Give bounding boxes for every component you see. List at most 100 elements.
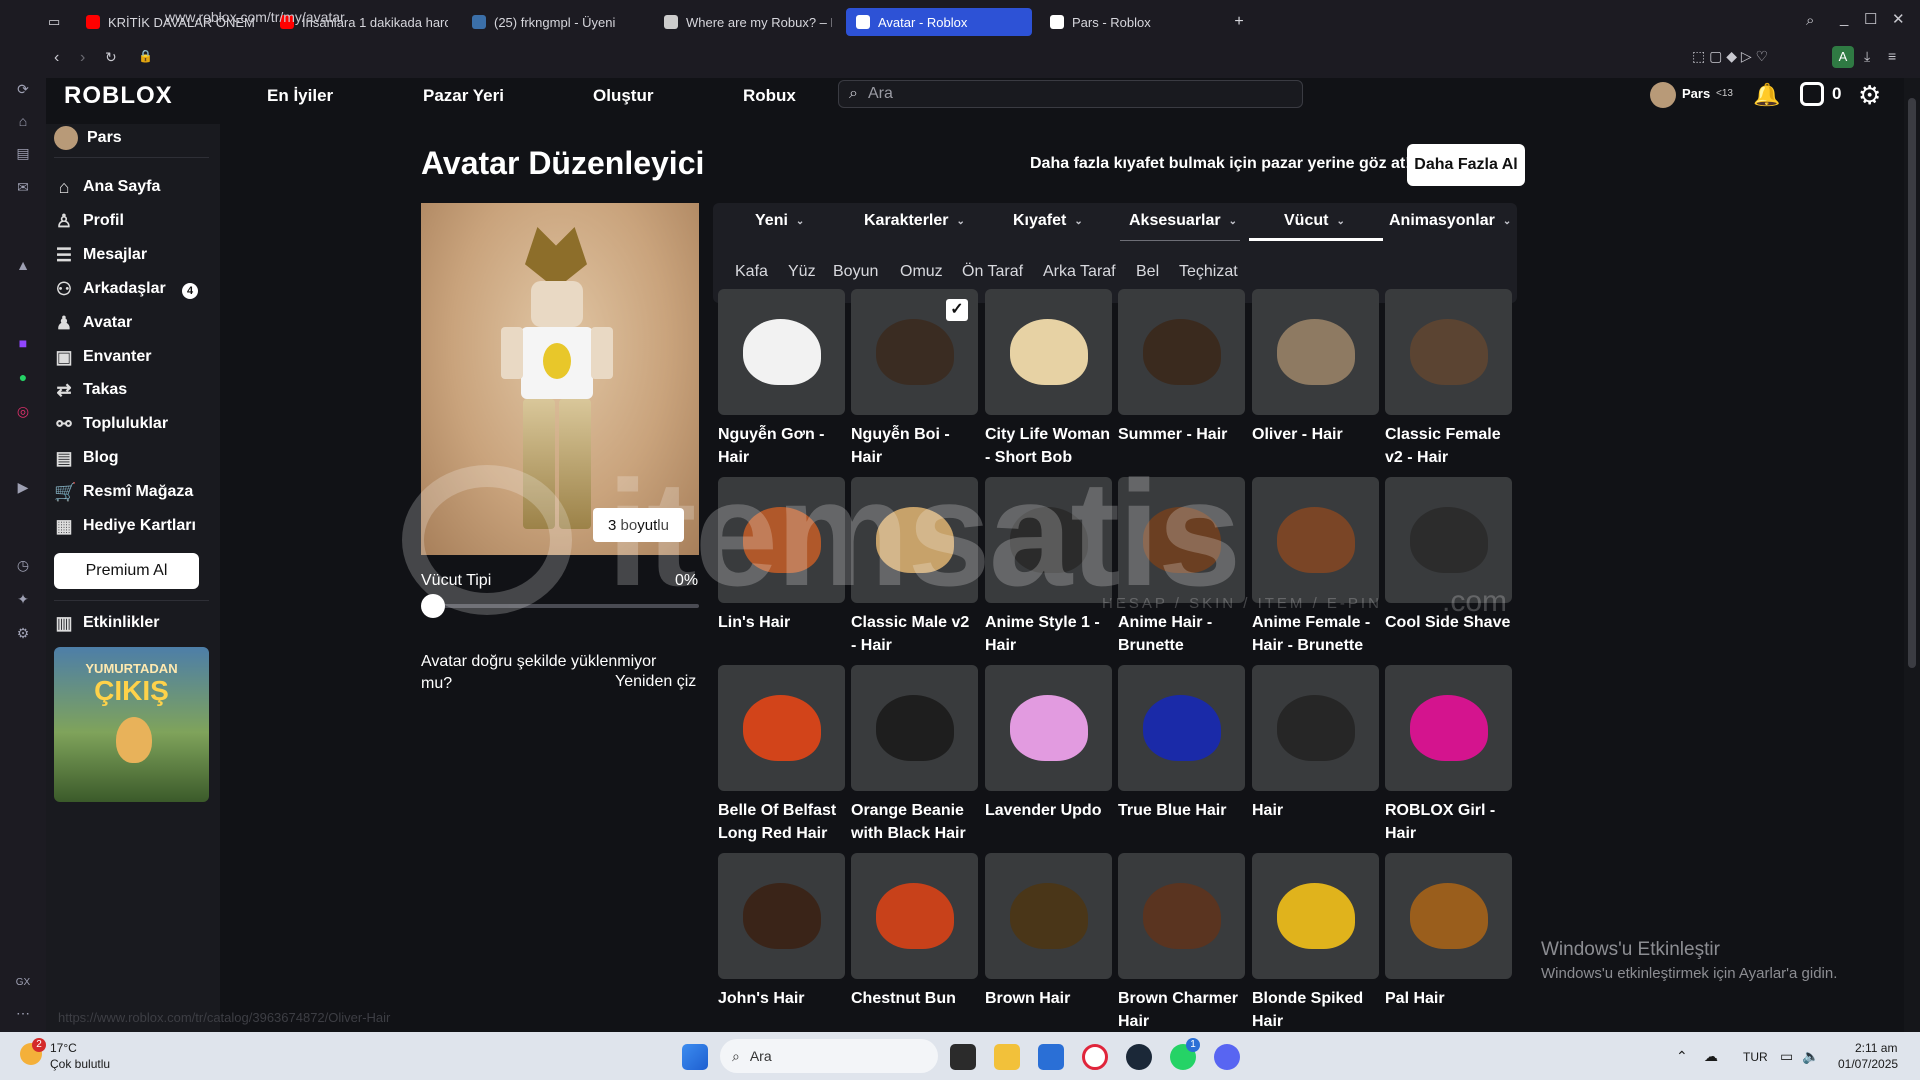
header-avatar[interactable] [1650,82,1676,108]
hair-item[interactable]: Anime Style 1 - Hair [985,477,1112,657]
item-name[interactable]: Chestnut Bun [851,987,978,1010]
hair-item[interactable]: Cool Side Shave [1385,477,1512,634]
item-thumbnail[interactable] [1118,853,1245,979]
profile-avatar-icon[interactable]: A [1832,46,1854,68]
roblox-logo[interactable]: ROBLOX [64,82,173,110]
item-thumbnail[interactable] [851,477,978,603]
hair-item[interactable]: Anime Hair - Brunette [1118,477,1245,657]
item-thumbnail[interactable] [718,289,845,415]
sidebar-item-avatar[interactable]: ♟ Avatar [54,309,132,337]
item-thumbnail[interactable] [718,853,845,979]
instagram-icon[interactable]: ◎ [14,402,32,420]
item-thumbnail[interactable] [985,289,1112,415]
hair-item[interactable]: ✓ Nguyễn Boi - Hair [851,289,978,469]
hair-item[interactable]: Hair [1252,665,1379,822]
robux-count[interactable]: 0 [1832,84,1841,104]
item-name[interactable]: Lin's Hair [718,611,845,634]
tab-clothing[interactable]: Kıyafet ⌄ [1013,212,1083,230]
tab-accessories[interactable]: Aksesuarlar ⌄ [1129,212,1237,230]
robux-icon[interactable] [1800,82,1824,106]
download-icon[interactable]: ⤓ [1864,48,1870,65]
item-name[interactable]: Brown Hair [985,987,1112,1010]
sidebar-item-friends[interactable]: ⚇ Arkadaşlar [54,275,166,303]
hair-item[interactable]: Blonde Spiked Hair [1252,853,1379,1033]
item-name[interactable]: Belle Of Belfast Long Red Hair [718,799,845,845]
forward-icon[interactable]: › [80,49,85,67]
item-thumbnail[interactable] [1385,289,1512,415]
sidebar-item-blog[interactable]: ▤ Blog [54,444,118,472]
reload-icon[interactable]: ↻ [105,49,117,66]
item-name[interactable]: Nguyễn Boi - Hair [851,423,978,469]
item-name[interactable]: Brown Charmer Hair [1118,987,1245,1033]
hair-item[interactable]: Brown Charmer Hair [1118,853,1245,1033]
network-icon[interactable]: ▭ [1780,1048,1793,1065]
nav-robux[interactable]: Robux [743,86,796,106]
item-thumbnail[interactable] [1118,477,1245,603]
hair-item[interactable]: Classic Female v2 - Hair [1385,289,1512,469]
subtab-front[interactable]: Ön Taraf [962,263,1023,281]
nav-charts[interactable]: En İyiler [267,86,333,106]
more-icon[interactable]: ⋯ [14,1004,32,1022]
language-indicator[interactable]: TUR [1743,1050,1768,1064]
sidebar-item-home[interactable]: ⌂ Ana Sayfa [54,173,161,201]
item-thumbnail[interactable] [1118,665,1245,791]
item-thumbnail[interactable] [1385,477,1512,603]
back-icon[interactable]: ‹ [54,49,59,67]
item-name[interactable]: Classic Female v2 - Hair [1385,423,1512,469]
avatar-preview[interactable] [421,203,699,555]
minimize-icon[interactable]: _ [1840,10,1848,27]
item-thumbnail[interactable] [985,477,1112,603]
store-icon[interactable] [1038,1044,1064,1070]
item-name[interactable]: Oliver - Hair [1252,423,1379,446]
hair-item[interactable]: Orange Beanie with Black Hair [851,665,978,845]
item-thumbnail[interactable] [1252,853,1379,979]
body-type-slider-track[interactable] [432,604,699,608]
tab-4[interactable]: Avatar - Roblox [846,8,1032,36]
sidebar-item-giftcards[interactable]: ▦ Hediye Kartları [54,512,195,540]
messenger-icon[interactable]: ✉ [14,178,32,196]
player-icon[interactable]: ▶ [14,478,32,496]
item-thumbnail[interactable] [1252,477,1379,603]
settings-gear-icon[interactable]: ⚙ [1858,80,1881,111]
redraw-link[interactable]: Yeniden çiz [615,673,696,691]
item-name[interactable]: City Life Woman - Short Bob [985,423,1112,469]
hair-item[interactable]: Nguyễn Gơn - Hair [718,289,845,469]
item-name[interactable]: Anime Style 1 - Hair [985,611,1112,657]
item-name[interactable]: Lavender Updo [985,799,1112,822]
hair-item[interactable]: Anime Female - Hair - Brunette [1252,477,1379,657]
item-thumbnail[interactable] [718,477,845,603]
get-more-button[interactable]: Daha Fazla Al [1407,144,1525,186]
gx-icon[interactable]: GX [14,974,32,992]
item-name[interactable]: True Blue Hair [1118,799,1245,822]
sidebar-profile-header[interactable]: Pars [54,124,122,152]
item-name[interactable]: Summer - Hair [1118,423,1245,446]
tab-menu-icon[interactable]: ▭ [48,8,62,36]
task-view-icon[interactable] [950,1044,976,1070]
item-thumbnail[interactable] [1252,665,1379,791]
workspace-icon[interactable]: ⌂ [14,112,32,130]
sidebar-item-inventory[interactable]: ▣ Envanter [54,343,151,371]
item-name[interactable]: ROBLOX Girl - Hair [1385,799,1512,845]
url-field[interactable]: www.roblox.com/tr/my/avatar [165,9,345,25]
premium-button[interactable]: Premium Al [54,553,199,589]
search-input[interactable]: ⌕ Ara [838,80,1303,108]
item-name[interactable]: Orange Beanie with Black Hair [851,799,978,845]
subtab-face[interactable]: Yüz [788,263,816,281]
subtab-shoulder[interactable]: Omuz [900,263,943,281]
maximize-icon[interactable]: ☐ [1864,10,1877,28]
whatsapp-icon[interactable]: ● [14,368,32,386]
hair-item[interactable]: Lavender Updo [985,665,1112,822]
body-type-slider-knob[interactable] [421,594,445,618]
new-tab-button[interactable]: + [1228,8,1250,36]
twitch-icon[interactable]: ■ [14,334,32,352]
tab-new[interactable]: Yeni ⌄ [755,212,804,230]
header-username[interactable]: Pars [1682,86,1710,101]
tray-chevron-icon[interactable]: ⌃ [1676,1048,1688,1065]
menu-icon[interactable]: ≡ [1888,48,1896,64]
item-name[interactable]: Anime Female - Hair - Brunette [1252,611,1379,657]
tab-characters[interactable]: Karakterler ⌄ [864,212,965,230]
subtab-gear[interactable]: Teçhizat [1179,263,1238,281]
nav-create[interactable]: Oluştur [593,86,653,106]
hair-item[interactable]: Pal Hair [1385,853,1512,1010]
sidebar-item-store[interactable]: 🛒 Resmî Mağaza [54,478,193,506]
